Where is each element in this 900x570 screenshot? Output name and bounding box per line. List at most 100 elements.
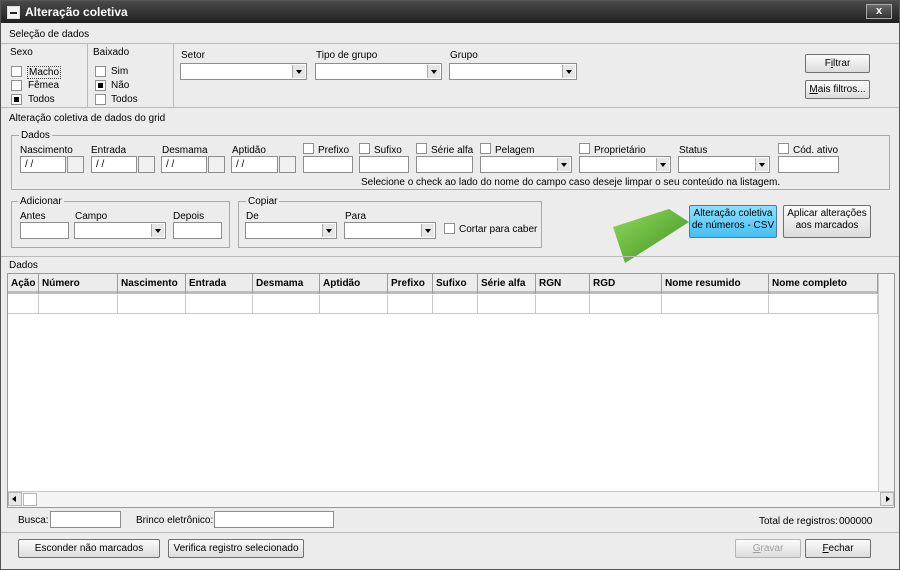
sufixo-input[interactable] <box>359 156 409 173</box>
system-menu-icon[interactable] <box>7 5 20 19</box>
verifica-button[interactable]: Verifica registro selecionado <box>168 539 304 558</box>
column-desmama[interactable]: Desmama <box>253 274 320 294</box>
table-cell[interactable] <box>39 295 118 314</box>
chevron-down-icon[interactable] <box>322 224 335 237</box>
chevron-down-icon[interactable] <box>562 65 575 78</box>
baixado-sim-label[interactable]: Sim <box>111 66 128 77</box>
setor-select[interactable] <box>180 63 307 80</box>
hint-text: Selecione o check ao lado do nome do cam… <box>361 177 781 188</box>
proprietario-select[interactable] <box>579 156 671 173</box>
column-numero[interactable]: Número <box>39 274 118 294</box>
tipo-grupo-select[interactable] <box>315 63 442 80</box>
baixado-nao-checkbox[interactable] <box>95 80 106 91</box>
table-cell[interactable] <box>769 295 878 314</box>
chevron-down-icon[interactable] <box>421 224 434 237</box>
chevron-down-icon[interactable] <box>656 158 669 171</box>
sexo-macho-checkbox[interactable] <box>11 66 22 77</box>
chevron-down-icon[interactable] <box>557 158 570 171</box>
column-acao[interactable]: Ação <box>8 274 39 294</box>
table-cell[interactable] <box>388 295 433 314</box>
nascimento-input[interactable]: / / <box>20 156 66 173</box>
chevron-down-icon[interactable] <box>755 158 768 171</box>
aplicar-button[interactable]: Aplicar alterações aos marcados <box>783 205 871 238</box>
gravar-button[interactable]: Gravar <box>735 539 801 558</box>
fechar-button[interactable]: Fechar <box>805 539 871 558</box>
baixado-sim-checkbox[interactable] <box>95 66 106 77</box>
desmama-picker[interactable] <box>208 156 225 173</box>
chevron-down-icon[interactable] <box>151 224 164 237</box>
table-cell[interactable] <box>536 295 590 314</box>
vertical-scrollbar[interactable] <box>878 274 894 491</box>
chevron-down-icon[interactable] <box>292 65 305 78</box>
table-cell[interactable] <box>433 295 478 314</box>
column-sufixo[interactable]: Sufixo <box>433 274 478 294</box>
sexo-macho-label[interactable]: Macho <box>27 66 62 79</box>
brinco-input[interactable] <box>214 511 334 528</box>
table-row[interactable] <box>8 295 878 314</box>
table-cell[interactable] <box>186 295 253 314</box>
horizontal-scrollbar[interactable] <box>8 491 894 507</box>
pelagem-clear-checkbox[interactable] <box>480 143 491 154</box>
nascimento-picker[interactable] <box>67 156 84 173</box>
column-nome-completo[interactable]: Nome completo <box>769 274 878 294</box>
sexo-todos-label[interactable]: Todos <box>28 94 55 105</box>
prefixo-clear-checkbox[interactable] <box>303 143 314 154</box>
window-title: Alteração coletiva <box>25 5 128 19</box>
column-entrada[interactable]: Entrada <box>186 274 253 294</box>
desmama-input[interactable]: / / <box>161 156 207 173</box>
entrada-input[interactable]: / / <box>91 156 137 173</box>
antes-input[interactable] <box>20 222 69 239</box>
proprietario-clear-checkbox[interactable] <box>579 143 590 154</box>
table-cell[interactable] <box>8 295 39 314</box>
column-aptidao[interactable]: Aptidão <box>320 274 388 294</box>
serie-alfa-clear-checkbox[interactable] <box>416 143 427 154</box>
column-nome-resumido[interactable]: Nome resumido <box>662 274 769 294</box>
table-cell[interactable] <box>590 295 662 314</box>
chevron-down-icon[interactable] <box>427 65 440 78</box>
filtrar-button[interactable]: Filtrar <box>805 54 870 73</box>
column-nascimento[interactable]: Nascimento <box>118 274 186 294</box>
cortar-checkbox[interactable] <box>444 223 455 234</box>
baixado-nao-label[interactable]: Não <box>111 80 129 91</box>
busca-input[interactable] <box>50 511 121 528</box>
sufixo-clear-checkbox[interactable] <box>359 143 370 154</box>
mais-filtros-button[interactable]: Mais filtros... <box>805 80 870 99</box>
divider <box>1 256 899 257</box>
fechar-text: echar <box>828 543 854 554</box>
campo-select[interactable] <box>74 222 166 239</box>
scroll-thumb[interactable] <box>23 493 37 506</box>
table-cell[interactable] <box>320 295 388 314</box>
grupo-select[interactable] <box>449 63 577 80</box>
status-select[interactable] <box>678 156 770 173</box>
serie-alfa-input[interactable] <box>416 156 473 173</box>
cod-ativo-input[interactable] <box>778 156 839 173</box>
divider <box>1 532 899 533</box>
scroll-right-icon[interactable] <box>880 492 894 506</box>
column-rgd[interactable]: RGD <box>590 274 662 294</box>
aptidao-input[interactable]: / / <box>231 156 278 173</box>
baixado-todos-checkbox[interactable] <box>95 94 106 105</box>
entrada-picker[interactable] <box>138 156 155 173</box>
pelagem-select[interactable] <box>480 156 572 173</box>
prefixo-input[interactable] <box>303 156 353 173</box>
table-cell[interactable] <box>253 295 320 314</box>
para-select[interactable] <box>344 222 436 239</box>
column-serie-alfa[interactable]: Série alfa <box>478 274 536 294</box>
close-button[interactable]: x <box>866 4 892 19</box>
sexo-todos-checkbox[interactable] <box>11 94 22 105</box>
sexo-femea-label[interactable]: Fêmea <box>28 80 59 91</box>
csv-bulk-change-button[interactable]: Alteração coletiva de números - CSV <box>689 205 777 238</box>
column-prefixo[interactable]: Prefixo <box>388 274 433 294</box>
esconder-button[interactable]: Esconder não marcados <box>18 539 160 558</box>
column-rgn[interactable]: RGN <box>536 274 590 294</box>
scroll-left-icon[interactable] <box>8 492 22 506</box>
baixado-todos-label[interactable]: Todos <box>111 94 138 105</box>
aptidao-picker[interactable] <box>279 156 296 173</box>
table-cell[interactable] <box>478 295 536 314</box>
de-select[interactable] <box>245 222 337 239</box>
sexo-femea-checkbox[interactable] <box>11 80 22 91</box>
cod-ativo-clear-checkbox[interactable] <box>778 143 789 154</box>
table-cell[interactable] <box>118 295 186 314</box>
table-cell[interactable] <box>662 295 769 314</box>
depois-input[interactable] <box>173 222 222 239</box>
